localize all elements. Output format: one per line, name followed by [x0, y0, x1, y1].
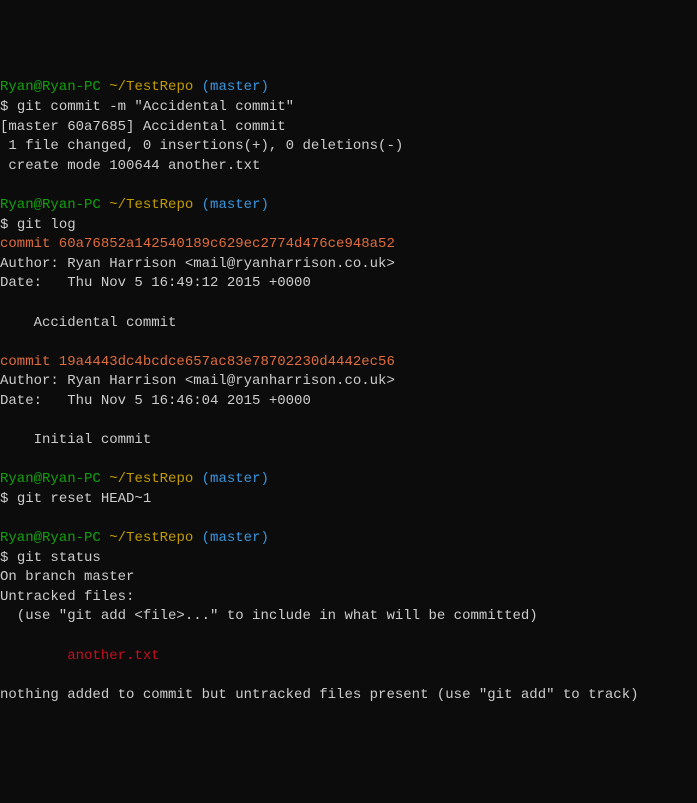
prompt-path: ~/TestRepo: [109, 471, 193, 487]
commit-hash: commit 60a76852a142540189c629ec2774d476c…: [0, 236, 395, 252]
prompt-branch: (master): [202, 471, 269, 487]
output-line: 1 file changed, 0 insertions(+), 0 delet…: [0, 138, 403, 154]
prompt-branch: (master): [202, 530, 269, 546]
untracked-file: another.txt: [0, 648, 160, 664]
output-line: [master 60a7685] Accidental commit: [0, 119, 286, 135]
status-untracked-hint: (use "git add <file>..." to include in w…: [0, 608, 538, 624]
commit-author: Author: Ryan Harrison <mail@ryanharrison…: [0, 256, 395, 272]
prompt-user: Ryan@Ryan-PC: [0, 471, 101, 487]
output-line: create mode 100644 another.txt: [0, 158, 260, 174]
prompt-user: Ryan@Ryan-PC: [0, 197, 101, 213]
prompt-dollar: $: [0, 550, 8, 566]
status-untracked-header: Untracked files:: [0, 589, 134, 605]
terminal-output: Ryan@Ryan-PC ~/TestRepo (master) $ git c…: [0, 78, 697, 705]
prompt-user: Ryan@Ryan-PC: [0, 530, 101, 546]
command-text[interactable]: git status: [17, 550, 101, 566]
commit-author: Author: Ryan Harrison <mail@ryanharrison…: [0, 373, 395, 389]
prompt-dollar: $: [0, 217, 8, 233]
commit-hash: commit 19a4443dc4bcdce657ac83e78702230d4…: [0, 354, 395, 370]
commit-message: Initial commit: [0, 432, 151, 448]
prompt-dollar: $: [0, 491, 8, 507]
command-text[interactable]: git log: [17, 217, 76, 233]
prompt-path: ~/TestRepo: [109, 79, 193, 95]
prompt-branch: (master): [202, 197, 269, 213]
prompt-path: ~/TestRepo: [109, 530, 193, 546]
prompt-path: ~/TestRepo: [109, 197, 193, 213]
prompt-user: Ryan@Ryan-PC: [0, 79, 101, 95]
prompt-branch: (master): [202, 79, 269, 95]
commit-message: Accidental commit: [0, 315, 176, 331]
command-text[interactable]: git reset HEAD~1: [17, 491, 151, 507]
status-nothing-added: nothing added to commit but untracked fi…: [0, 687, 639, 703]
commit-date: Date: Thu Nov 5 16:46:04 2015 +0000: [0, 393, 311, 409]
prompt-dollar: $: [0, 99, 8, 115]
command-text[interactable]: git commit -m "Accidental commit": [17, 99, 294, 115]
commit-date: Date: Thu Nov 5 16:49:12 2015 +0000: [0, 275, 311, 291]
status-branch: On branch master: [0, 569, 134, 585]
